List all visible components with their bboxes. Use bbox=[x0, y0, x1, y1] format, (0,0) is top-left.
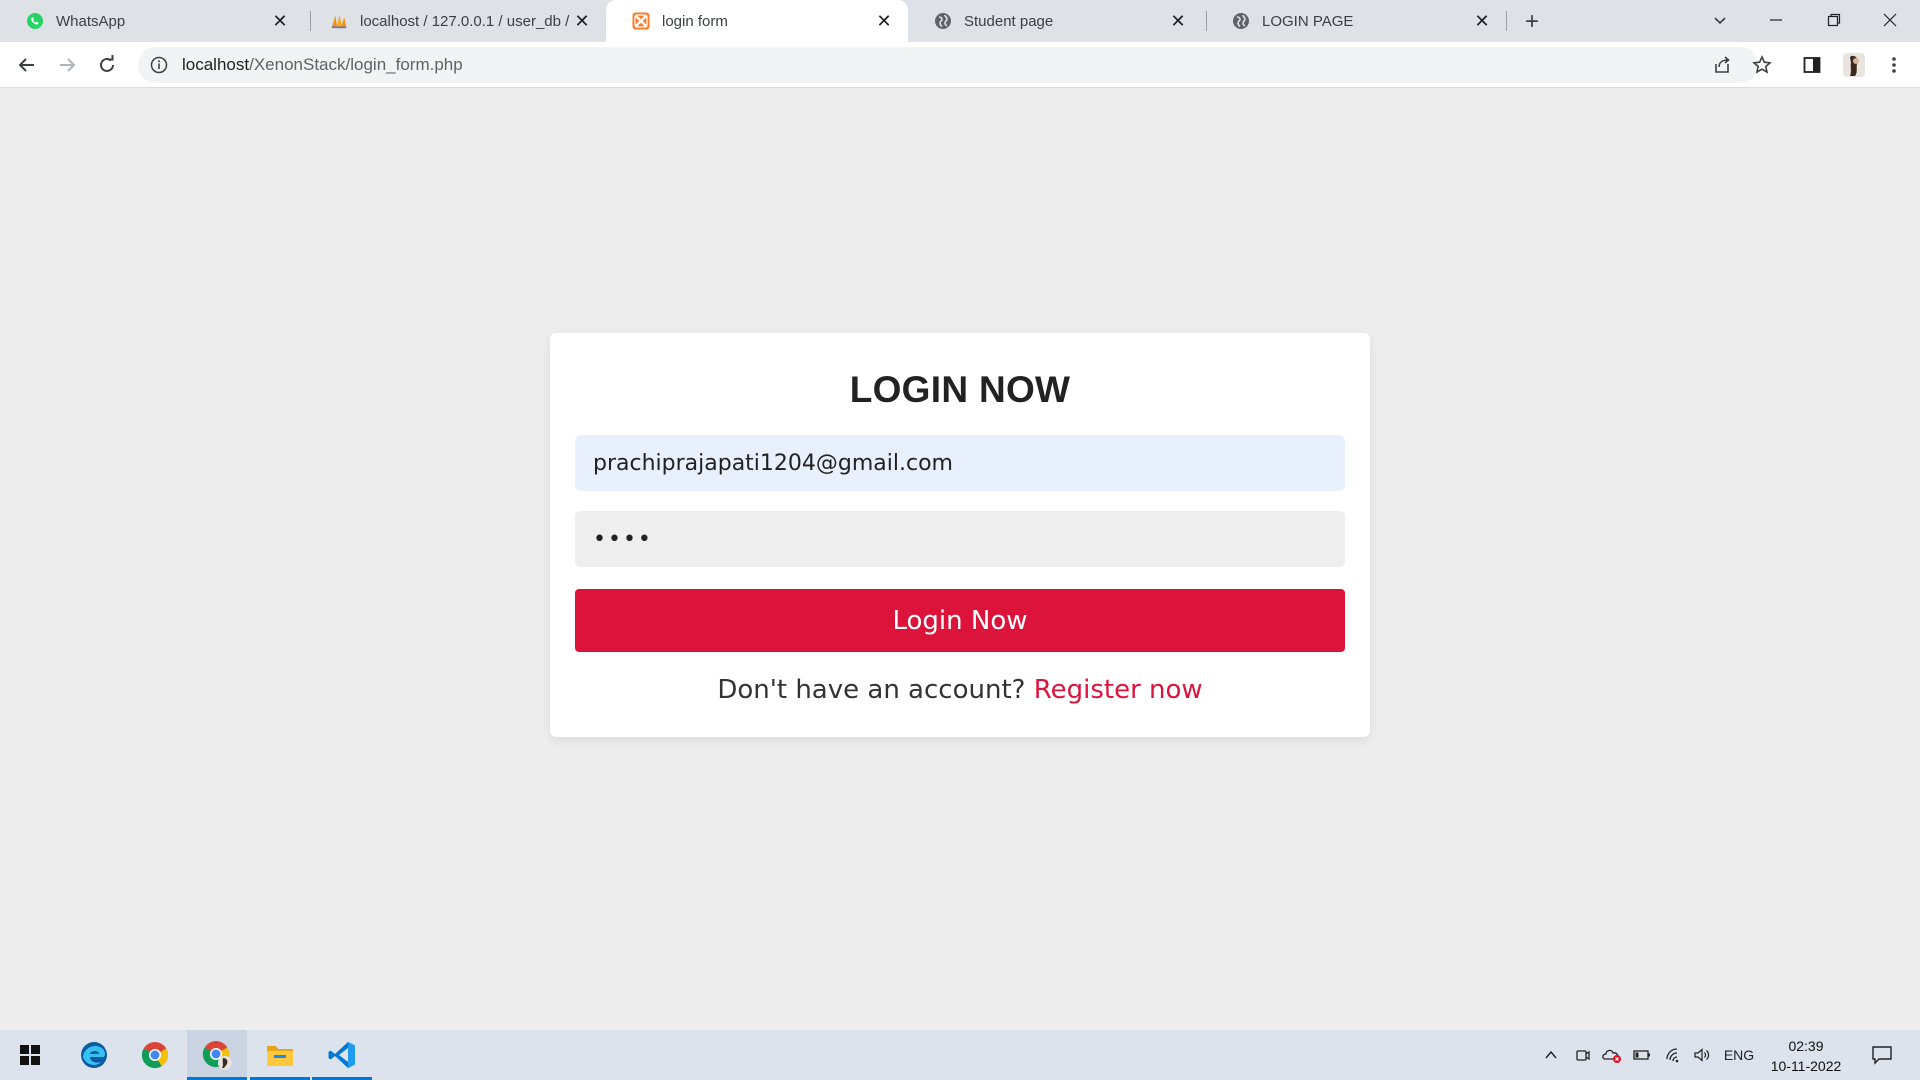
login-form: LOGIN NOW Login Now Don't have an accoun… bbox=[550, 333, 1370, 737]
register-link[interactable]: Register now bbox=[1034, 675, 1203, 705]
email-field[interactable] bbox=[575, 435, 1345, 491]
tab-phpmyadmin[interactable]: localhost / 127.0.0.1 / user_db / u ✕ bbox=[304, 0, 606, 42]
password-field[interactable] bbox=[575, 511, 1345, 567]
phpmyadmin-icon bbox=[330, 12, 348, 30]
globe-icon bbox=[934, 12, 952, 30]
restore-button[interactable] bbox=[1806, 0, 1862, 40]
address-bar[interactable]: localhost/XenonStack/login_form.php bbox=[138, 47, 1758, 83]
volume-icon[interactable] bbox=[1688, 1030, 1716, 1080]
tab-title: Student page bbox=[964, 12, 1054, 30]
url-text: localhost/XenonStack/login_form.php bbox=[182, 55, 463, 75]
close-tab-icon[interactable]: ✕ bbox=[874, 11, 894, 31]
tab-login-form[interactable]: login form ✕ bbox=[606, 0, 908, 42]
share-icon[interactable] bbox=[1706, 49, 1738, 81]
tab-search-chevron-icon[interactable] bbox=[1692, 0, 1748, 40]
new-tab-button[interactable]: + bbox=[1518, 8, 1546, 36]
tab-title: localhost / 127.0.0.1 / user_db / u bbox=[360, 12, 572, 30]
url-path: /XenonStack/login_form.php bbox=[249, 55, 463, 74]
vscode-icon[interactable] bbox=[312, 1030, 372, 1080]
clock-date: 10-11-2022 bbox=[1770, 1058, 1842, 1074]
tab-strip: WhatsApp ✕ localhost / 127.0.0.1 / user_… bbox=[0, 0, 1920, 42]
onedrive-error-icon[interactable] bbox=[1598, 1030, 1626, 1080]
url-host: localhost bbox=[182, 55, 250, 74]
close-tab-icon[interactable]: ✕ bbox=[1472, 11, 1492, 31]
close-window-button[interactable] bbox=[1862, 0, 1918, 40]
menu-kebab-icon[interactable] bbox=[1878, 49, 1910, 81]
edge-icon[interactable] bbox=[64, 1030, 124, 1080]
clock-time: 02:39 bbox=[1788, 1038, 1824, 1054]
browser-toolbar: localhost/XenonStack/login_form.php bbox=[0, 42, 1920, 88]
login-heading: LOGIN NOW bbox=[849, 369, 1071, 410]
xampp-icon bbox=[632, 12, 650, 30]
windows-start-icon[interactable] bbox=[0, 1030, 60, 1080]
tab-student-page[interactable]: Student page ✕ bbox=[908, 0, 1202, 42]
system-clock[interactable]: 02:39 10-11-2022 bbox=[1758, 1036, 1854, 1076]
reload-button[interactable] bbox=[91, 49, 123, 81]
profile-avatar[interactable] bbox=[1838, 49, 1870, 81]
tab-title: login form bbox=[662, 12, 728, 30]
show-hidden-icons-chevron-icon[interactable] bbox=[1538, 1030, 1564, 1080]
notification-center-icon[interactable] bbox=[1862, 1030, 1902, 1080]
page-viewport: LOGIN NOW Login Now Don't have an accoun… bbox=[0, 88, 1920, 1030]
windows-taskbar: ENG 02:39 10-11-2022 bbox=[0, 1030, 1920, 1080]
tab-title: WhatsApp bbox=[56, 12, 126, 30]
tab-title: LOGIN PAGE bbox=[1262, 12, 1354, 30]
wifi-icon[interactable] bbox=[1660, 1030, 1688, 1080]
back-button[interactable] bbox=[11, 49, 43, 81]
side-panel-icon[interactable] bbox=[1796, 49, 1828, 81]
battery-icon[interactable] bbox=[1628, 1030, 1656, 1080]
meet-now-icon[interactable] bbox=[1570, 1030, 1596, 1080]
minimize-button[interactable] bbox=[1748, 0, 1804, 40]
language-indicator[interactable]: ENG bbox=[1720, 1030, 1758, 1080]
close-tab-icon[interactable]: ✕ bbox=[1168, 11, 1188, 31]
tab-login-page[interactable]: LOGIN PAGE ✕ bbox=[1206, 0, 1506, 42]
login-button[interactable]: Login Now bbox=[575, 589, 1345, 652]
tab-separator bbox=[1506, 11, 1507, 31]
tab-whatsapp[interactable]: WhatsApp ✕ bbox=[0, 0, 304, 42]
chrome-profile-icon[interactable] bbox=[187, 1030, 247, 1080]
forward-button[interactable] bbox=[51, 49, 83, 81]
close-tab-icon[interactable]: ✕ bbox=[270, 11, 290, 31]
site-info-icon[interactable] bbox=[150, 56, 168, 74]
globe-icon bbox=[1232, 12, 1250, 30]
chrome-icon[interactable] bbox=[125, 1030, 185, 1080]
whatsapp-icon bbox=[26, 12, 44, 30]
register-prompt-text: Don't have an account? bbox=[717, 675, 1026, 705]
close-tab-icon[interactable]: ✕ bbox=[572, 11, 592, 31]
file-explorer-icon[interactable] bbox=[250, 1030, 310, 1080]
bookmark-star-icon[interactable] bbox=[1746, 49, 1778, 81]
register-prompt: Don't have an account? Register now bbox=[550, 675, 1370, 705]
